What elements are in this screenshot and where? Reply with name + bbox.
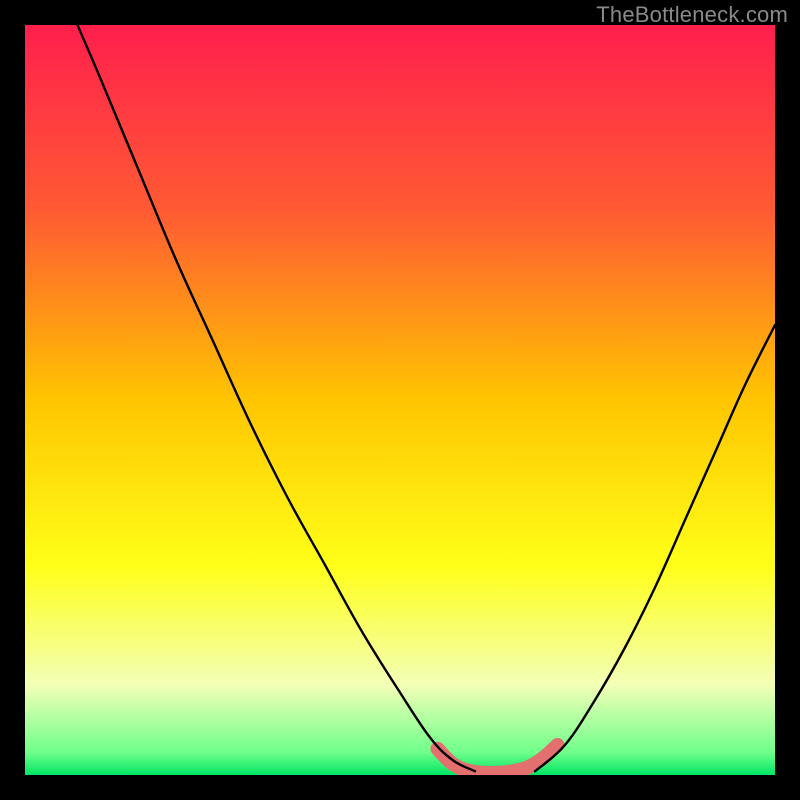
- chart-frame: TheBottleneck.com: [0, 0, 800, 800]
- left-curve-path: [78, 25, 476, 771]
- curves-layer: [25, 25, 775, 775]
- watermark-text: TheBottleneck.com: [596, 2, 788, 28]
- right-curve-path: [535, 325, 775, 771]
- plot-area: [25, 25, 775, 775]
